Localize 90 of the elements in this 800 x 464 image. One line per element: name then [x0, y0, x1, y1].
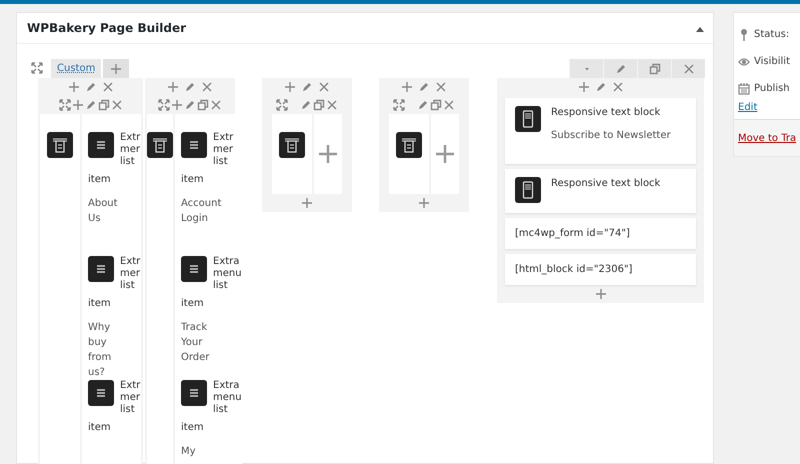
widget-icon	[396, 132, 422, 158]
add-icon[interactable]	[301, 197, 313, 209]
edit-icon[interactable]	[300, 99, 312, 111]
row-tab[interactable]: Custom	[51, 59, 102, 78]
edit-icon[interactable]	[594, 81, 606, 93]
calendar-icon	[738, 82, 750, 96]
close-icon[interactable]	[612, 81, 624, 93]
add-element-icon[interactable]	[318, 144, 338, 164]
element-title: Extr mer list	[120, 380, 140, 416]
status-label: Publish	[754, 83, 790, 94]
phone-icon	[515, 177, 541, 203]
add-icon[interactable]	[578, 81, 590, 93]
fullscreen-icon[interactable]	[158, 99, 170, 111]
close-icon[interactable]	[102, 81, 114, 93]
fullscreen-icon[interactable]	[58, 99, 70, 111]
add-icon[interactable]	[72, 99, 84, 111]
fullscreen-icon[interactable]	[393, 99, 405, 111]
element-title: item	[181, 298, 205, 310]
copy-icon[interactable]	[430, 99, 442, 111]
element-title: Extra menu list	[213, 256, 242, 292]
edit-icon[interactable]	[301, 81, 313, 93]
edit-icon[interactable]	[614, 62, 626, 74]
pin-icon	[738, 28, 750, 42]
close-icon[interactable]	[435, 81, 447, 93]
close-icon[interactable]	[682, 62, 694, 74]
close-icon[interactable]	[201, 81, 213, 93]
edit-icon[interactable]	[418, 81, 430, 93]
copy-icon[interactable]	[648, 62, 660, 74]
element-title: item	[88, 298, 112, 310]
element-title: Responsive text block	[551, 106, 662, 118]
element-title: Responsive text block	[551, 177, 660, 189]
add-icon[interactable]	[284, 81, 296, 93]
edit-icon[interactable]	[184, 99, 196, 111]
add-icon[interactable]	[171, 99, 183, 111]
element-card[interactable]: Responsive text block Subscribe to Newsletter	[505, 98, 696, 164]
collapse-arrow-icon[interactable]	[695, 26, 705, 34]
close-icon[interactable]	[318, 81, 330, 93]
shortcode-card[interactable]: [html_block id="2306"]	[505, 254, 696, 285]
menu-list-icon	[88, 132, 114, 158]
close-icon[interactable]	[443, 99, 455, 111]
widget-icon	[147, 132, 173, 158]
edit-icon[interactable]	[417, 99, 429, 111]
element-title: item	[181, 422, 205, 434]
add-icon[interactable]	[594, 288, 606, 300]
status-label: Visibilit	[754, 56, 790, 67]
element-text: Account Login	[181, 197, 222, 226]
status-label: Status:	[754, 29, 790, 40]
add-icon[interactable]	[167, 81, 179, 93]
element-card[interactable]: Responsive text block	[505, 169, 696, 213]
widget-icon	[47, 132, 73, 158]
element-text: Track Your Order	[181, 321, 210, 365]
widget-icon	[279, 132, 305, 158]
close-icon[interactable]	[110, 99, 122, 111]
close-icon[interactable]	[326, 99, 338, 111]
element-title: Extr mer list	[120, 256, 140, 292]
element-text: About Us	[88, 197, 118, 226]
element-title: item	[88, 422, 112, 434]
element-title: item	[181, 174, 205, 186]
phone-icon	[515, 106, 541, 132]
copy-icon[interactable]	[197, 99, 209, 111]
element-title: item	[88, 174, 112, 186]
element-title: Extra menu list	[213, 380, 242, 416]
close-icon[interactable]	[210, 99, 222, 111]
edit-icon[interactable]	[84, 81, 96, 93]
copy-icon[interactable]	[98, 99, 110, 111]
edit-icon[interactable]	[184, 81, 196, 93]
menu-list-icon	[181, 380, 207, 406]
add-icon[interactable]	[68, 81, 80, 93]
menu-list-icon	[181, 256, 207, 282]
menu-list-icon	[88, 256, 114, 282]
fullscreen-icon[interactable]	[31, 62, 43, 74]
element-text: Why buy from us?	[88, 321, 112, 380]
shortcode-text: [html_block id="2306"]	[515, 264, 632, 275]
shortcode-card[interactable]: [mc4wp_form id="74"]	[505, 218, 696, 249]
element-text: Subscribe to Newsletter	[551, 130, 671, 141]
element-title: Extr mer list	[213, 132, 234, 168]
add-icon[interactable]	[401, 81, 413, 93]
menu-list-icon	[181, 132, 207, 158]
shortcode-text: [mc4wp_form id="74"]	[515, 228, 630, 239]
add-tab-icon[interactable]	[110, 62, 122, 74]
menu-list-icon	[88, 380, 114, 406]
element-title: Extr mer list	[120, 132, 140, 168]
add-icon[interactable]	[418, 197, 430, 209]
fullscreen-icon[interactable]	[276, 99, 288, 111]
copy-icon[interactable]	[313, 99, 325, 111]
element-text: My	[181, 445, 196, 459]
edit-icon[interactable]	[84, 99, 96, 111]
add-element-icon[interactable]	[435, 144, 455, 164]
edit-link[interactable]: Edit	[738, 102, 758, 113]
panel-title: WPBakery Page Builder	[27, 21, 186, 35]
